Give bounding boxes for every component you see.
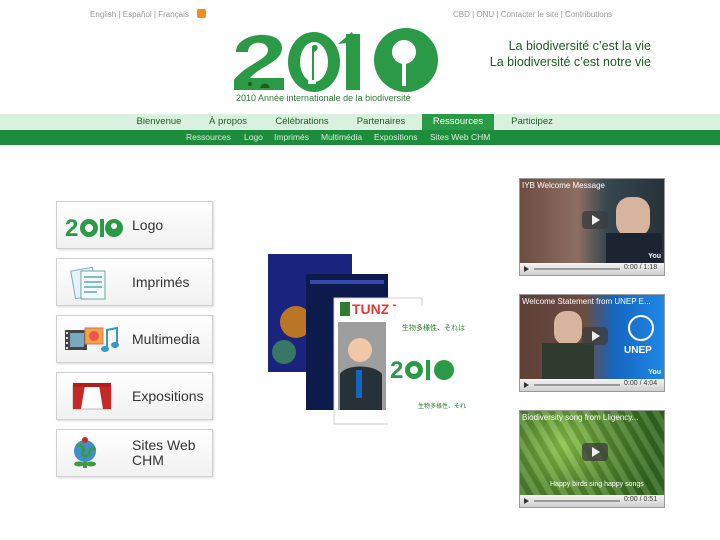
menu-button-logo[interactable]: 2 Logo <box>56 201 213 249</box>
video-time: 0:00 / 4:04 <box>624 380 658 387</box>
page: English | Español | Français CBD | ONU |… <box>0 0 720 540</box>
publications-collage[interactable]: TUNZA 生物多様性、それはいのち 2 生物多様性、それは私たちの暮らし <box>266 252 514 427</box>
video-controls[interactable]: 0:00 / 4:04 <box>520 379 664 391</box>
menu-label-logo: Logo <box>132 216 164 233</box>
documents-icon <box>70 266 106 300</box>
sub-nav: Ressources Logo Imprimés Multimédia Expo… <box>0 130 720 145</box>
utility-links[interactable]: CBD | ONU | Contacter le site | Contribu… <box>453 10 612 19</box>
svg-text:2: 2 <box>390 357 403 384</box>
video-time: 0:00 / 0:51 <box>624 496 658 503</box>
subnav-item-logo[interactable]: Logo <box>244 130 263 145</box>
exhibition-stage-icon <box>72 383 112 410</box>
video-controls[interactable]: 0:00 / 1:18 <box>520 263 664 275</box>
play-icon[interactable] <box>582 443 608 461</box>
nav-item-celebrations[interactable]: Célébrations <box>264 114 340 130</box>
menu-label-imprimes: Imprimés <box>132 273 190 290</box>
video-controls[interactable]: 0:00 / 0:51 <box>520 495 664 507</box>
slogan-line-1: La biodiversité c’est la vie <box>508 39 651 53</box>
publication-covers: TUNZA 生物多様性、それはいのち 2 生物多様性、それは私たちの暮らし <box>268 254 514 426</box>
play-icon[interactable] <box>582 211 608 229</box>
youtube-logo-icon: You <box>648 369 661 376</box>
slogan-line-2: La biodiversité c’est notre vie <box>489 55 651 69</box>
video-caption: Happy birds sing happy songs <box>550 481 644 488</box>
play-button-icon[interactable] <box>524 498 529 504</box>
japanese-text-2: 生物多様性、それは私たちの暮らし <box>418 402 466 410</box>
menu-label-sites-web-chm: Sites Web CHM <box>132 437 196 468</box>
video-player-unep-statement[interactable]: UNEP Welcome Statement from UNEP E... Yo… <box>519 294 665 392</box>
video-title: IYB Welcome Message <box>522 181 605 190</box>
nav-item-a-propos[interactable]: À propos <box>196 114 260 130</box>
nav-item-ressources[interactable]: Ressources <box>422 114 494 130</box>
progress-track[interactable] <box>534 384 620 386</box>
slogan: La biodiversité c’est la vie La biodiver… <box>481 38 651 70</box>
video-title: Biodiversity song from Lligency... <box>522 413 639 422</box>
menu-button-imprimes[interactable]: Imprimés <box>56 258 213 306</box>
video-thumbnail: IYB Welcome Message You <box>520 179 664 263</box>
subnav-item-imprimes[interactable]: Imprimés <box>274 130 309 145</box>
nav-item-partenaires[interactable]: Partenaires <box>344 114 418 130</box>
video-title: Welcome Statement from UNEP E... <box>522 297 651 306</box>
play-button-icon[interactable] <box>524 382 529 388</box>
menu-label-multimedia: Multimedia <box>132 330 200 347</box>
progress-track[interactable] <box>534 500 620 502</box>
menu-button-multimedia[interactable]: Multimedia <box>56 315 213 363</box>
nav-item-participez[interactable]: Participez <box>498 114 566 130</box>
language-switcher[interactable]: English | Español | Français <box>90 9 207 19</box>
video-player-biodiversity-song[interactable]: Biodiversity song from Lligency... Happy… <box>519 410 665 508</box>
menu-button-sites-web-chm[interactable]: Sites Web CHM <box>56 429 213 477</box>
subnav-item-multimedia[interactable]: Multimédia <box>321 130 362 145</box>
subnav-item-sites-web-chm[interactable]: Sites Web CHM <box>430 130 490 145</box>
language-links[interactable]: English | Español | Français <box>90 10 189 19</box>
play-button-icon[interactable] <box>524 266 529 272</box>
svg-text:2: 2 <box>65 215 78 242</box>
nav-item-bienvenue[interactable]: Bienvenue <box>122 114 196 130</box>
globe-plant-icon <box>74 437 97 468</box>
iyb-2010-logo[interactable] <box>232 22 442 104</box>
menu-label-expositions: Expositions <box>132 387 204 404</box>
subnav-item-ressources[interactable]: Ressources <box>186 130 231 145</box>
japanese-text-1: 生物多様性、それはいのち <box>402 323 466 332</box>
multimedia-icon <box>65 326 119 352</box>
rss-icon[interactable] <box>197 9 207 19</box>
logo-2010-icon: 2 <box>65 215 123 242</box>
unep-label: UNEP <box>624 345 652 356</box>
video-thumbnail: Biodiversity song from Lligency... Happy… <box>520 411 664 495</box>
logo-caption: 2010 Année internationale de la biodiver… <box>236 93 411 103</box>
video-thumbnail: UNEP Welcome Statement from UNEP E... Yo… <box>520 295 664 379</box>
video-time: 0:00 / 1:18 <box>624 264 658 271</box>
video-player-iyb-welcome[interactable]: IYB Welcome Message You 0:00 / 1:18 <box>519 178 665 276</box>
play-icon[interactable] <box>582 327 608 345</box>
youtube-logo-icon: You <box>648 253 661 260</box>
progress-track[interactable] <box>534 268 620 270</box>
main-nav: Bienvenue À propos Célébrations Partenai… <box>0 114 720 130</box>
menu-button-expositions[interactable]: Expositions <box>56 372 213 420</box>
subnav-item-expositions[interactable]: Expositions <box>374 130 417 145</box>
